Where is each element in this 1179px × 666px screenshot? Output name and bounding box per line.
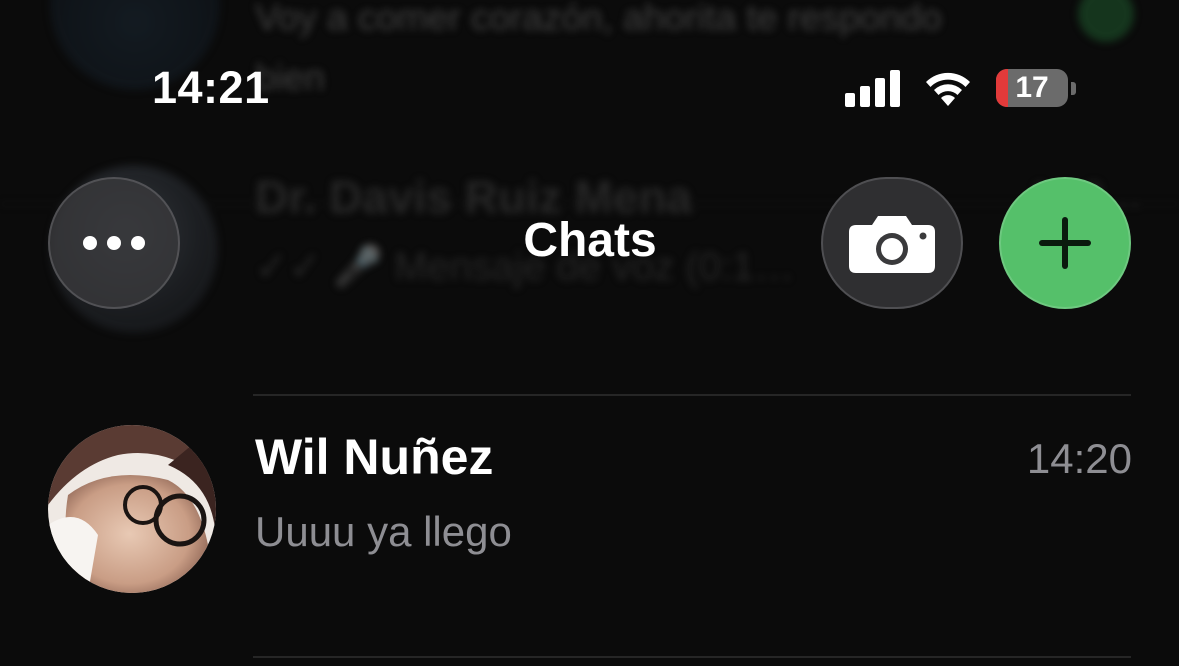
chats-screen: Voy a comer corazón, ahorita te respondo…	[0, 0, 1179, 666]
new-chat-button[interactable]	[999, 177, 1131, 309]
battery-icon: 17	[996, 69, 1068, 107]
plus-icon	[1039, 217, 1091, 269]
blurred-unread-badge	[1078, 0, 1134, 42]
wifi-icon	[926, 72, 970, 106]
chat-name: Wil Nuñez	[255, 429, 494, 485]
battery-cap	[1071, 81, 1076, 95]
status-bar-time: 14:21	[152, 62, 270, 113]
avatar[interactable]	[48, 425, 216, 593]
blurred-background-content: Voy a comer corazón, ahorita te respondo…	[0, 0, 1179, 360]
camera-icon	[849, 216, 935, 273]
list-divider	[253, 656, 1131, 658]
more-dots-icon	[83, 236, 145, 250]
chat-message-preview: Uuuu ya llego	[255, 508, 512, 555]
status-bar-icons: 17	[845, 66, 1076, 110]
chat-timestamp: 14:20	[1026, 435, 1132, 482]
battery-percentage: 17	[1015, 71, 1049, 104]
camera-button[interactable]	[821, 177, 963, 309]
list-divider	[253, 394, 1131, 396]
cellular-signal-icon	[845, 69, 900, 107]
more-options-button[interactable]	[48, 177, 180, 309]
page-title: Chats	[523, 214, 657, 267]
